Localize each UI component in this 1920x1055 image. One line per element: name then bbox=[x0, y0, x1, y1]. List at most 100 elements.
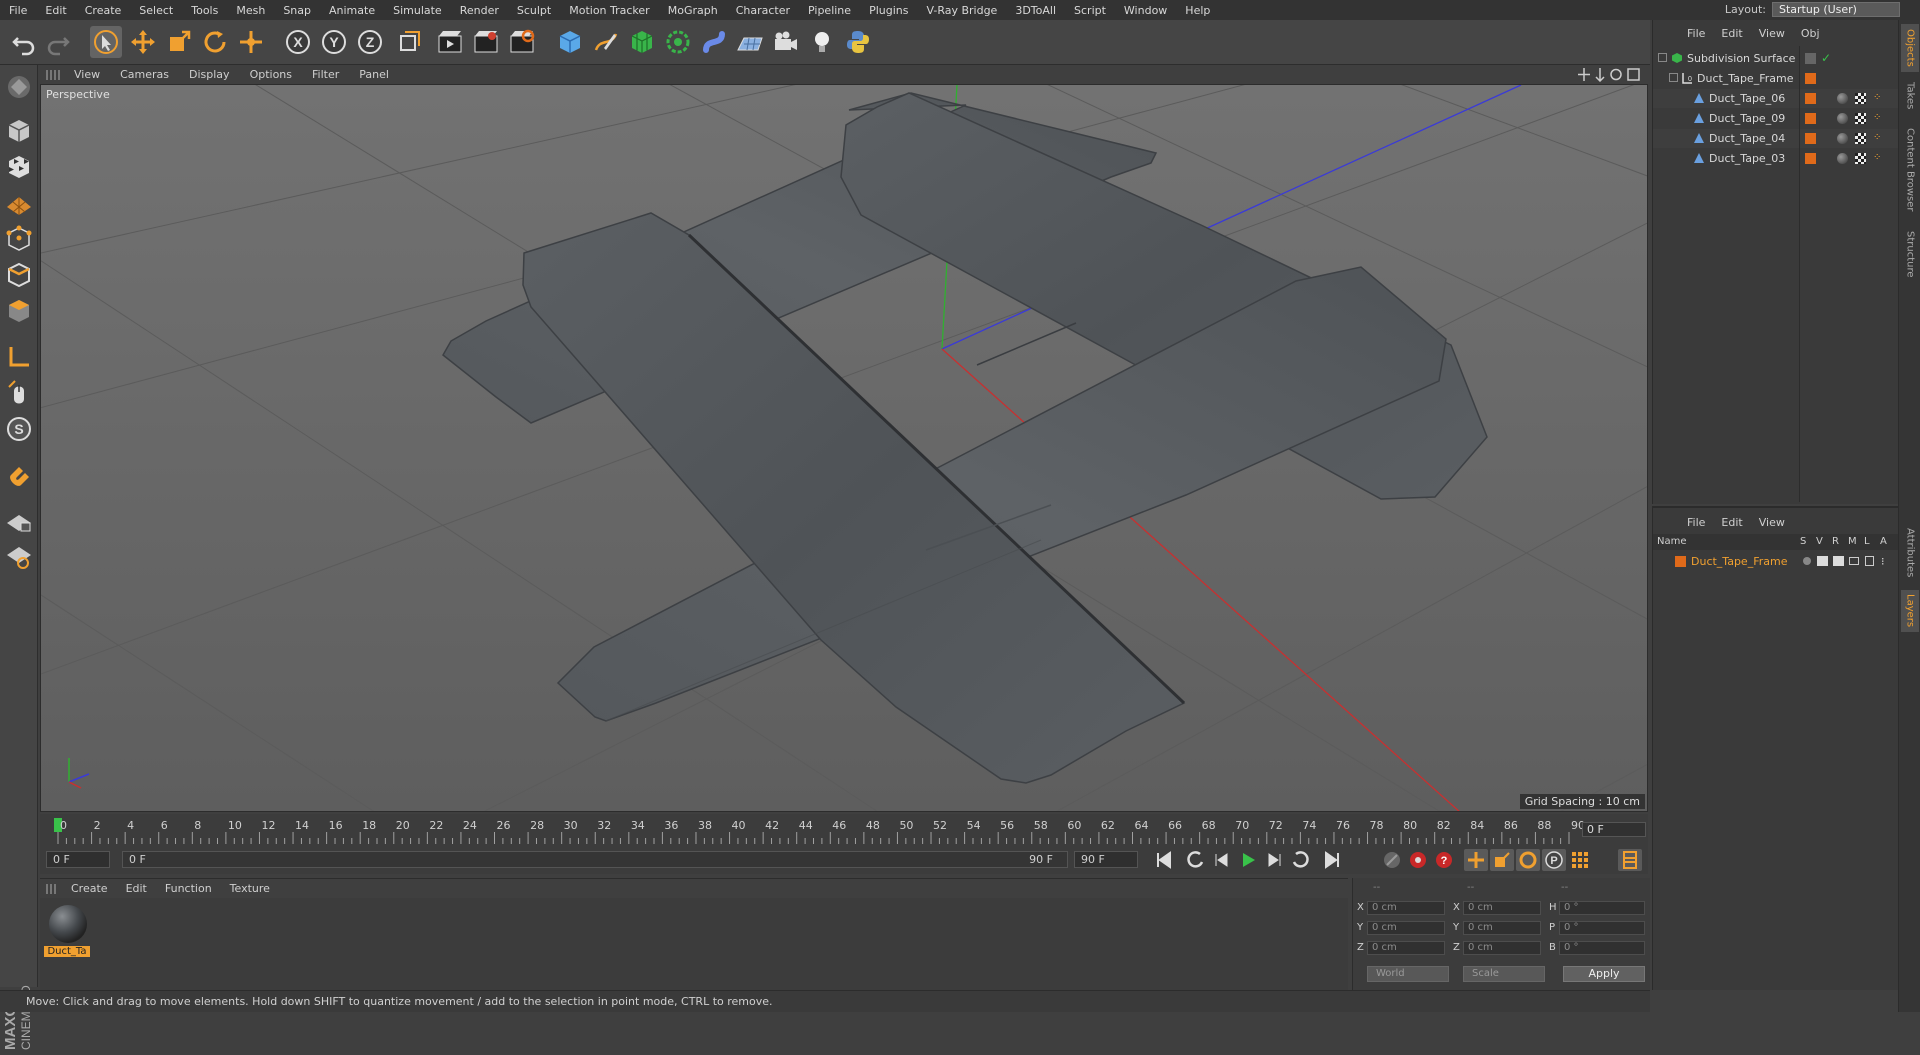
layer-color-tag[interactable] bbox=[1805, 133, 1816, 144]
x-axis-icon[interactable]: X bbox=[282, 26, 314, 58]
go-to-end-icon[interactable] bbox=[1320, 849, 1344, 871]
preview-range-slider[interactable]: 0 F 90 F bbox=[122, 851, 1068, 868]
uvw-tag-icon[interactable] bbox=[1855, 113, 1866, 124]
previous-key-icon[interactable] bbox=[1184, 849, 1208, 871]
model-mode-icon[interactable] bbox=[3, 115, 35, 147]
menu-edit[interactable]: Edit bbox=[36, 4, 75, 17]
subdivision-surface-icon[interactable] bbox=[626, 26, 658, 58]
undo-icon[interactable] bbox=[8, 26, 40, 58]
rotation-b-field[interactable]: 0 ° bbox=[1559, 941, 1645, 955]
layer-menu-file[interactable]: File bbox=[1679, 516, 1713, 529]
menu-simulate[interactable]: Simulate bbox=[384, 4, 451, 17]
material-duct-tape[interactable]: Duct_Ta bbox=[42, 900, 90, 962]
menu-motion-tracker[interactable]: Motion Tracker bbox=[560, 4, 658, 17]
autokey-icon[interactable] bbox=[1406, 849, 1430, 871]
pen-spline-icon[interactable] bbox=[590, 26, 622, 58]
size-mode-dropdown[interactable]: Scale bbox=[1463, 966, 1545, 982]
material-menu-function[interactable]: Function bbox=[156, 882, 221, 895]
material-tag-icon[interactable] bbox=[1837, 113, 1848, 124]
collapse-icon[interactable] bbox=[1669, 73, 1678, 82]
polygons-mode-icon[interactable] bbox=[3, 295, 35, 327]
timeline-ruler[interactable]: 0 2 4 6 8 10 12 14 16 18 20 22 24 26 28 30 32 34 36 38 40 42 4… bbox=[40, 814, 1648, 846]
timeline-window-icon[interactable] bbox=[1618, 849, 1642, 871]
object-row-duct-tape-06[interactable]: Duct_Tape_06 ⁘ bbox=[1653, 89, 1899, 108]
menu-plugins[interactable]: Plugins bbox=[860, 4, 917, 17]
phong-tag-icon[interactable]: ⁘ bbox=[1873, 93, 1884, 104]
layer-color-tag[interactable] bbox=[1805, 93, 1816, 104]
tab-objects[interactable]: Objects bbox=[1901, 24, 1919, 72]
layout-dropdown[interactable]: Startup (User) bbox=[1772, 2, 1900, 17]
material-menu-create[interactable]: Create bbox=[62, 882, 117, 895]
play-icon[interactable] bbox=[1236, 849, 1260, 871]
position-y-field[interactable]: 0 cm bbox=[1367, 921, 1445, 935]
enabled-checkmark-icon[interactable]: ✓ bbox=[1821, 51, 1831, 65]
position-z-field[interactable]: 0 cm bbox=[1367, 941, 1445, 955]
menu-script[interactable]: Script bbox=[1065, 4, 1115, 17]
phong-tag-icon[interactable]: ⁘ bbox=[1873, 133, 1884, 144]
layer-animation-icon[interactable]: ⁝ bbox=[1881, 555, 1885, 568]
menu-mograph[interactable]: MoGraph bbox=[659, 4, 727, 17]
coordinate-system-icon[interactable] bbox=[393, 26, 425, 58]
object-menu-edit[interactable]: Edit bbox=[1713, 27, 1750, 40]
key-position-icon[interactable] bbox=[1464, 849, 1488, 871]
axis-mode-icon[interactable] bbox=[3, 341, 35, 373]
menu-window[interactable]: Window bbox=[1115, 4, 1176, 17]
cloner-icon[interactable] bbox=[662, 26, 694, 58]
select-arrow-icon[interactable] bbox=[90, 26, 122, 58]
edges-mode-icon[interactable] bbox=[3, 259, 35, 291]
tab-attributes[interactable]: Attributes bbox=[1901, 520, 1919, 586]
menu-mesh[interactable]: Mesh bbox=[227, 4, 274, 17]
tab-structure[interactable]: Structure bbox=[1901, 224, 1919, 284]
menu-render[interactable]: Render bbox=[451, 4, 508, 17]
object-row-duct-tape-04[interactable]: Duct_Tape_04 ⁘ bbox=[1653, 129, 1899, 148]
start-frame-field[interactable]: 0 F bbox=[46, 851, 110, 868]
editor-visibility-icon[interactable] bbox=[1805, 53, 1816, 64]
menu-help[interactable]: Help bbox=[1176, 4, 1219, 17]
tab-content-browser[interactable]: Content Browser bbox=[1901, 120, 1919, 220]
keyframe-selection-icon[interactable]: ? bbox=[1432, 849, 1456, 871]
render-view-icon[interactable] bbox=[434, 26, 466, 58]
object-row-duct-tape-frame[interactable]: 0 Duct_Tape_Frame bbox=[1653, 69, 1899, 88]
menu-snap[interactable]: Snap bbox=[274, 4, 320, 17]
layer-solo-icon[interactable] bbox=[1803, 557, 1811, 565]
collapse-icon[interactable] bbox=[1658, 53, 1667, 62]
layer-color-tag[interactable] bbox=[1805, 113, 1816, 124]
previous-frame-icon[interactable] bbox=[1210, 849, 1234, 871]
transform-tool-icon[interactable] bbox=[235, 26, 267, 58]
key-parameter-icon[interactable]: P bbox=[1542, 849, 1566, 871]
material-grip-icon[interactable] bbox=[46, 883, 56, 894]
menu-character[interactable]: Character bbox=[727, 4, 799, 17]
menu-select[interactable]: Select bbox=[130, 4, 182, 17]
object-menu-view[interactable]: View bbox=[1751, 27, 1793, 40]
layer-name[interactable]: Duct_Tape_Frame bbox=[1691, 555, 1787, 568]
object-menu-objects[interactable]: Obj bbox=[1793, 27, 1828, 40]
object-row-duct-tape-09[interactable]: Duct_Tape_09 ⁘ bbox=[1653, 109, 1899, 128]
phong-tag-icon[interactable]: ⁘ bbox=[1873, 153, 1884, 164]
viewport-menu-filter[interactable]: Filter bbox=[302, 68, 349, 81]
uvw-tag-icon[interactable] bbox=[1855, 93, 1866, 104]
menu-tools[interactable]: Tools bbox=[182, 4, 227, 17]
layer-render-icon[interactable] bbox=[1833, 556, 1844, 566]
material-tag-icon[interactable] bbox=[1837, 133, 1848, 144]
key-pla-icon[interactable] bbox=[1568, 849, 1592, 871]
end-frame-field[interactable]: 90 F bbox=[1074, 851, 1138, 868]
uvw-tag-icon[interactable] bbox=[1855, 153, 1866, 164]
viewport-nav-icons[interactable] bbox=[1578, 67, 1642, 82]
viewport-menu-display[interactable]: Display bbox=[179, 68, 240, 81]
size-y-field[interactable]: 0 cm bbox=[1463, 921, 1541, 935]
locked-workplane-icon[interactable] bbox=[3, 505, 35, 537]
deformer-icon[interactable] bbox=[698, 26, 730, 58]
layer-color-swatch[interactable] bbox=[1675, 556, 1686, 567]
tweak-mode-icon[interactable] bbox=[3, 377, 35, 409]
rotation-p-field[interactable]: 0 ° bbox=[1559, 921, 1645, 935]
planar-workplane-icon[interactable] bbox=[3, 541, 35, 573]
cube-object-icon[interactable] bbox=[554, 26, 586, 58]
key-rotation-icon[interactable] bbox=[1516, 849, 1540, 871]
layer-manager-icon[interactable] bbox=[1849, 557, 1859, 565]
material-menu-edit[interactable]: Edit bbox=[117, 882, 156, 895]
scale-tool-icon[interactable] bbox=[163, 26, 195, 58]
material-tag-icon[interactable] bbox=[1837, 153, 1848, 164]
size-x-field[interactable]: 0 cm bbox=[1463, 901, 1541, 915]
size-z-field[interactable]: 0 cm bbox=[1463, 941, 1541, 955]
z-axis-icon[interactable]: Z bbox=[354, 26, 386, 58]
